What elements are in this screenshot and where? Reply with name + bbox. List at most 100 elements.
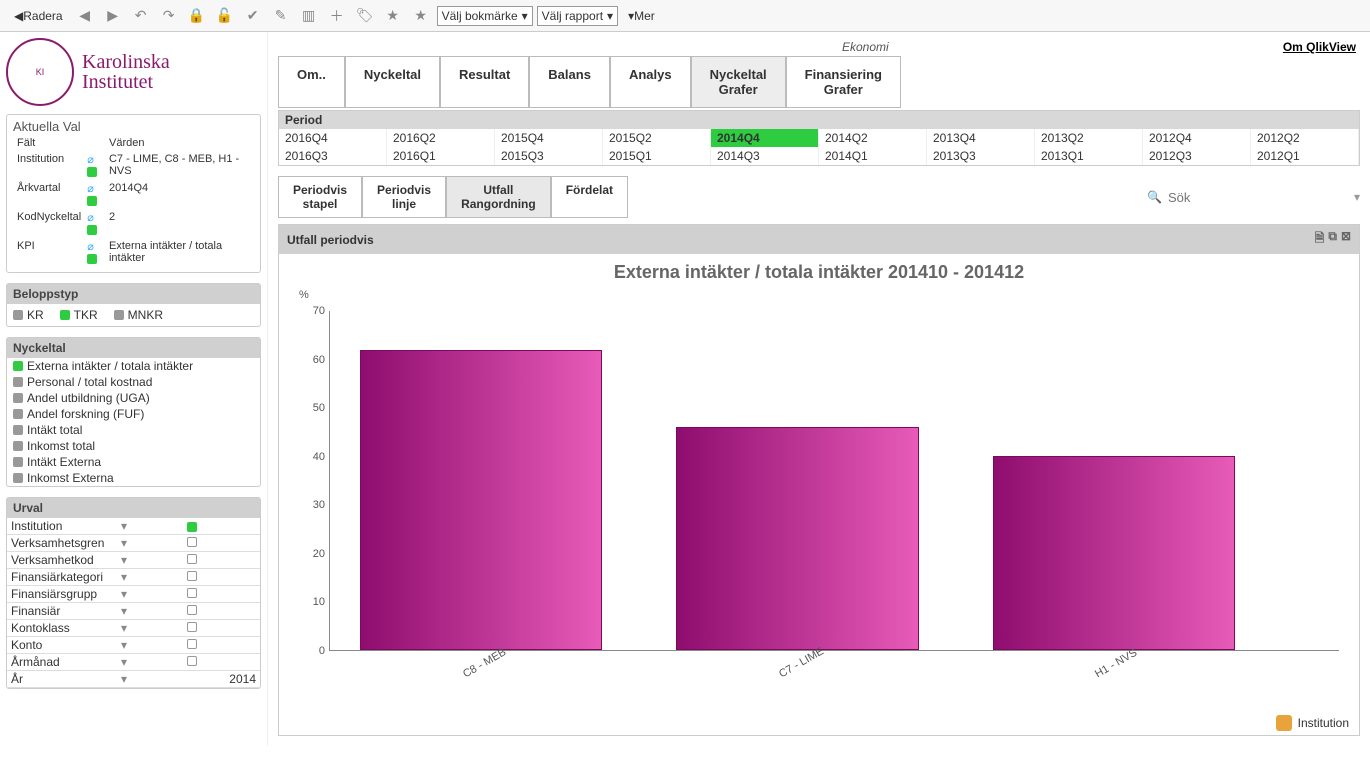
report-select[interactable]: Välj rapport ▾ xyxy=(537,6,618,26)
subtab[interactable]: Periodvisstapel xyxy=(278,176,362,218)
urval-row[interactable]: Årmånad▾ xyxy=(7,654,260,671)
tab-resultat[interactable]: Resultat xyxy=(440,56,529,108)
tab-om-[interactable]: Om.. xyxy=(278,56,345,108)
nyckeltal-item[interactable]: Inkomst Externa xyxy=(7,470,260,486)
urval-row[interactable]: Institution▾ xyxy=(7,518,260,535)
urval-row[interactable]: Finansiär▾ xyxy=(7,603,260,620)
chart-bar[interactable] xyxy=(676,427,918,650)
urval-checkbox[interactable] xyxy=(127,570,256,584)
urval-checkbox[interactable] xyxy=(127,604,256,618)
checkbox-icon xyxy=(13,457,23,467)
edit-icon[interactable]: ✎ xyxy=(269,4,293,28)
nyckeltal-item[interactable]: Andel forskning (FUF) xyxy=(7,406,260,422)
forward-icon[interactable]: ▶ xyxy=(101,4,125,28)
clear-icon[interactable]: ⌀ xyxy=(87,154,94,166)
export-icon[interactable]: 🗎 xyxy=(1315,229,1325,250)
period-cell[interactable]: 2014Q3 xyxy=(711,147,819,165)
chart-title: Externa intäkter / totala intäkter 20141… xyxy=(279,254,1359,291)
urval-checkbox[interactable] xyxy=(127,519,256,533)
urval-row[interactable]: Kontoklass▾ xyxy=(7,620,260,637)
period-cell[interactable]: 2012Q1 xyxy=(1251,147,1359,165)
tab-analys[interactable]: Analys xyxy=(610,56,691,108)
period-cell[interactable]: 2016Q3 xyxy=(279,147,387,165)
nyckeltal-label: Andel utbildning (UGA) xyxy=(27,391,150,405)
plus-icon[interactable]: ＋ xyxy=(325,4,349,28)
unlock-icon[interactable]: 🔓 xyxy=(213,4,237,28)
urval-checkbox[interactable] xyxy=(127,655,256,669)
clear-icon[interactable]: ⌀ xyxy=(87,183,94,195)
urval-row[interactable]: Finansiärkategori▾ xyxy=(7,569,260,586)
period-cell[interactable]: 2015Q3 xyxy=(495,147,603,165)
nyckeltal-item[interactable]: Inkomst total xyxy=(7,438,260,454)
beloppstyp-option[interactable]: MNKR xyxy=(114,308,163,322)
nyckeltal-item[interactable]: Intäkt total xyxy=(7,422,260,438)
period-cell[interactable]: 2012Q4 xyxy=(1143,129,1251,147)
urval-row[interactable]: Verksamhetkod▾ xyxy=(7,552,260,569)
period-cell[interactable]: 2016Q1 xyxy=(387,147,495,165)
period-cell[interactable]: 2013Q1 xyxy=(1035,147,1143,165)
search-input[interactable] xyxy=(1168,190,1348,205)
option-label: MNKR xyxy=(128,308,163,322)
urval-checkbox[interactable] xyxy=(127,587,256,601)
period-cell[interactable]: 2013Q2 xyxy=(1035,129,1143,147)
lock-icon[interactable]: 🔒 xyxy=(185,4,209,28)
subtab[interactable]: UtfallRangordning xyxy=(446,176,551,218)
urval-row[interactable]: Verksamhetsgren▾ xyxy=(7,535,260,552)
chart-bar[interactable] xyxy=(993,456,1235,650)
period-cell[interactable]: 2012Q2 xyxy=(1251,129,1359,147)
urval-row[interactable]: Konto▾ xyxy=(7,637,260,654)
urval-row[interactable]: År▾2014 xyxy=(7,671,260,688)
beloppstyp-option[interactable]: TKR xyxy=(60,308,98,322)
period-cell[interactable]: 2014Q1 xyxy=(819,147,927,165)
check-icon[interactable]: ✔ xyxy=(241,4,265,28)
tab-balans[interactable]: Balans xyxy=(529,56,610,108)
close-icon[interactable]: ⊠ xyxy=(1341,229,1351,250)
urval-checkbox[interactable] xyxy=(127,553,256,567)
urval-title: Urval xyxy=(7,498,260,518)
period-cell[interactable]: 2013Q4 xyxy=(927,129,1035,147)
undo-icon[interactable]: ↶ xyxy=(129,4,153,28)
star-icon[interactable]: ★ xyxy=(381,4,405,28)
chevron-down-icon[interactable]: ▾ xyxy=(1354,190,1360,204)
chart-bar[interactable] xyxy=(360,350,602,650)
period-cell[interactable]: 2016Q2 xyxy=(387,129,495,147)
urval-checkbox[interactable] xyxy=(127,638,256,652)
om-qlikview-link[interactable]: Om QlikView xyxy=(1283,40,1356,54)
period-cell[interactable]: 2015Q1 xyxy=(603,147,711,165)
popout-icon[interactable]: ⧉ xyxy=(1328,229,1337,250)
subtab[interactable]: Fördelat xyxy=(551,176,628,218)
period-cell[interactable]: 2016Q4 xyxy=(279,129,387,147)
tab-nyckeltal[interactable]: Nyckeltal xyxy=(345,56,440,108)
period-cell[interactable]: 2015Q4 xyxy=(495,129,603,147)
nyckeltal-item[interactable]: Intäkt Externa xyxy=(7,454,260,470)
left-sidebar: KI Karolinska Institutet Aktuella Val Fä… xyxy=(0,32,268,746)
period-cell[interactable]: 2013Q3 xyxy=(927,147,1035,165)
beloppstyp-option[interactable]: KR xyxy=(13,308,44,322)
period-cell[interactable]: 2012Q3 xyxy=(1143,147,1251,165)
bookmark-select[interactable]: Välj bokmärke ▾ xyxy=(437,6,533,26)
period-cell[interactable]: 2015Q2 xyxy=(603,129,711,147)
mer-button[interactable]: ▾ Mer xyxy=(622,4,661,28)
radera-button[interactable]: ◀ Radera xyxy=(8,4,69,28)
tab-nyckeltal-grafer[interactable]: NyckeltalGrafer xyxy=(691,56,786,108)
nyckeltal-item[interactable]: Andel utbildning (UGA) xyxy=(7,390,260,406)
urval-checkbox[interactable] xyxy=(127,536,256,550)
checkbox-icon xyxy=(13,441,23,451)
back-icon[interactable]: ◀ xyxy=(73,4,97,28)
tag-icon[interactable]: 🏷 xyxy=(353,4,377,28)
nyckeltal-item[interactable]: Personal / total kostnad xyxy=(7,374,260,390)
tab-finansiering-grafer[interactable]: FinansieringGrafer xyxy=(786,56,901,108)
period-cell[interactable]: 2014Q2 xyxy=(819,129,927,147)
search-icon[interactable]: 🔍 xyxy=(1147,190,1162,204)
urval-row[interactable]: Finansiärsgrupp▾ xyxy=(7,586,260,603)
star-add-icon[interactable]: ★ xyxy=(409,4,433,28)
subtab[interactable]: Periodvislinje xyxy=(362,176,446,218)
clear-icon[interactable]: ⌀ xyxy=(87,241,94,253)
redo-icon[interactable]: ↷ xyxy=(157,4,181,28)
chart-icon[interactable]: ▥ xyxy=(297,4,321,28)
urval-checkbox[interactable] xyxy=(127,621,256,635)
clear-icon[interactable]: ⌀ xyxy=(87,212,94,224)
period-cell[interactable]: 2014Q4 xyxy=(711,129,819,147)
x-tick-label: C7 - LIME xyxy=(777,645,826,680)
nyckeltal-item[interactable]: Externa intäkter / totala intäkter xyxy=(7,358,260,374)
